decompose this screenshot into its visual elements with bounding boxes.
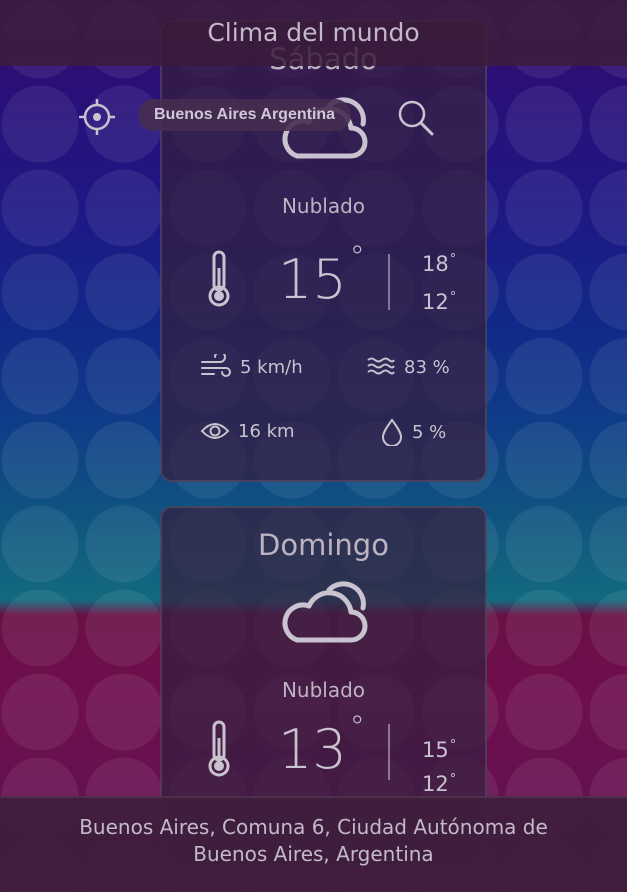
address-footer: Buenos Aires, Comuna 6, Ciudad Autónoma … bbox=[0, 796, 627, 892]
wind-stat: 5 km/h bbox=[200, 354, 303, 380]
crosshair-icon[interactable] bbox=[77, 97, 117, 137]
cloud-icon bbox=[282, 581, 368, 643]
divider bbox=[388, 254, 390, 310]
divider bbox=[388, 724, 390, 780]
visibility-stat: 16 km bbox=[200, 420, 295, 442]
wind-icon bbox=[201, 354, 231, 377]
waves-icon bbox=[367, 357, 395, 375]
rain-value: 5 % bbox=[412, 421, 447, 443]
location-search-input[interactable]: Buenos Aires Argentina bbox=[138, 99, 352, 131]
eye-icon bbox=[200, 423, 230, 439]
humidity-stat: 83 % bbox=[366, 356, 450, 378]
day-label: Domingo bbox=[258, 528, 389, 562]
thermometer-icon bbox=[208, 250, 230, 307]
temperature-value: 13 bbox=[278, 718, 347, 781]
condition-label: Nublado bbox=[281, 678, 366, 702]
current-temperature: 13 ° bbox=[278, 710, 365, 781]
humidity-value: 83 % bbox=[404, 356, 450, 378]
search-icon[interactable] bbox=[396, 98, 436, 138]
thermometer-icon bbox=[208, 720, 230, 777]
high-temperature: 18° bbox=[422, 252, 457, 276]
full-address: Buenos Aires, Comuna 6, Ciudad Autónoma … bbox=[79, 815, 548, 866]
low-temperature: 12° bbox=[422, 772, 457, 796]
drop-icon bbox=[381, 418, 403, 446]
app-title: Clima del mundo bbox=[207, 17, 420, 47]
temperature-value: 15 bbox=[278, 248, 347, 311]
high-temperature: 15° bbox=[422, 738, 457, 762]
rain-stat: 5 % bbox=[380, 418, 446, 446]
wind-value: 5 km/h bbox=[240, 356, 303, 378]
location-bar: Buenos Aires Argentina bbox=[64, 86, 460, 148]
current-temperature: 15 ° bbox=[278, 240, 365, 311]
low-temperature: 12° bbox=[422, 290, 457, 314]
app-header: Clima del mundo bbox=[0, 0, 627, 66]
condition-label: Nublado bbox=[281, 194, 366, 218]
visibility-value: 16 km bbox=[238, 420, 295, 442]
